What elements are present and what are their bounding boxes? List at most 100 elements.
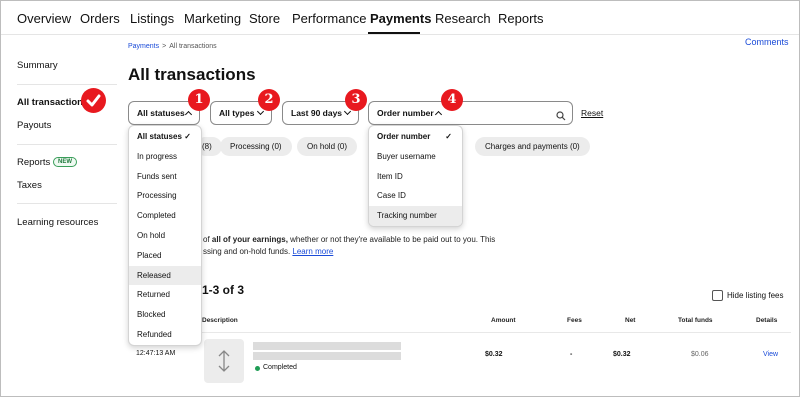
redacted-subtitle (253, 352, 401, 360)
learn-more-link[interactable]: Learn more (292, 247, 333, 256)
marker-2: 2 (258, 89, 280, 111)
status-option-completed[interactable]: Completed (129, 206, 201, 226)
info-bold: all of your earnings, (211, 235, 288, 244)
breadcrumb-payments-link[interactable]: Payments (128, 43, 159, 50)
search-by-option-order-number[interactable]: Order number ✓ (369, 127, 462, 147)
reset-link[interactable]: Reset (581, 108, 603, 118)
sidebar-item-learning-resources[interactable]: Learning resources (17, 217, 98, 228)
search-by-option-buyer-username[interactable]: Buyer username (369, 147, 462, 167)
status-option-label: Placed (137, 250, 162, 260)
status-option-processing[interactable]: Processing (129, 186, 201, 206)
status-option-blocked[interactable]: Blocked (129, 305, 201, 325)
search-by-option-tracking-number[interactable]: Tracking number (369, 206, 462, 226)
sidebar-item-reports[interactable]: Reports (17, 157, 50, 168)
status-dropdown-menu: All statuses ✓ In progress Funds sent Proces… (128, 125, 202, 346)
search-by-option-label: Item ID (377, 171, 403, 181)
status-option-in-progress[interactable]: In progress (129, 147, 201, 167)
col-header-details: Details (756, 317, 778, 324)
nav-listings[interactable]: Listings (130, 11, 174, 26)
nav-store[interactable]: Store (249, 11, 280, 26)
search-by-dropdown-menu: Order number ✓ Buyer username Item ID Case I… (368, 125, 463, 227)
info-prefix: of (203, 235, 212, 244)
sort-arrows-icon (218, 350, 230, 372)
marker-1: 1 (188, 89, 210, 111)
status-option-placed[interactable]: Placed (129, 246, 201, 266)
col-header-fees: Fees (567, 317, 582, 324)
col-header-net: Net (625, 317, 636, 324)
view-link[interactable]: View (763, 351, 778, 358)
check-circle-icon (81, 88, 106, 113)
sidebar-item-summary[interactable]: Summary (17, 60, 58, 71)
marker-4: 4 (441, 89, 463, 111)
breadcrumb-separator: > (162, 43, 167, 50)
nav-performance[interactable]: Performance (292, 11, 366, 26)
status-option-label: In progress (137, 151, 178, 161)
status-option-on-hold[interactable]: On hold (129, 226, 201, 246)
col-header-amount: Amount (491, 317, 516, 324)
hide-fees-label[interactable]: Hide listing fees (727, 291, 783, 300)
status-option-label: Refunded (137, 330, 172, 339)
marker-3: 3 (345, 89, 367, 111)
nav-overview[interactable]: Overview (17, 11, 71, 26)
nav-reports[interactable]: Reports (498, 11, 544, 26)
new-badge: NEW (53, 157, 77, 167)
top-nav: Overview Orders Listings Marketing Store… (1, 1, 799, 35)
page-title: All transactions (128, 65, 256, 84)
sidebar-item-taxes[interactable]: Taxes (17, 180, 42, 191)
status-option-label: Processing (137, 191, 177, 201)
status-option-label: Completed (137, 211, 176, 221)
period-filter-label: Last 90 days (291, 108, 343, 118)
item-thumbnail (204, 339, 244, 383)
status-option-funds-sent[interactable]: Funds sent (129, 167, 201, 187)
row-amount: $0.32 (485, 351, 503, 358)
col-header-total-funds: Total funds (678, 317, 713, 324)
status-option-all-statuses[interactable]: All statuses ✓ (129, 127, 201, 147)
search-by-option-item-id[interactable]: Item ID (369, 167, 462, 187)
search-by-option-label: Buyer username (377, 151, 436, 161)
status-option-label: Returned (137, 290, 170, 300)
row-time: 12:47:13 AM (136, 350, 176, 357)
nav-orders[interactable]: Orders (80, 11, 120, 26)
info-rest: whether or not they're available to be p… (287, 235, 496, 244)
nav-marketing[interactable]: Marketing (184, 11, 241, 26)
status-option-released[interactable]: Released (129, 265, 201, 286)
nav-payments[interactable]: Payments (370, 11, 431, 26)
status-chip-charges[interactable]: Charges and payments (0) (475, 137, 590, 156)
status-option-label: On hold (137, 231, 166, 240)
info-text: of all of your earnings, whether or not … (203, 234, 533, 258)
nav-research[interactable]: Research (435, 11, 491, 26)
status-chip-on-hold[interactable]: On hold (0) (297, 137, 358, 156)
hide-fees-checkbox[interactable] (712, 290, 723, 301)
search-icon[interactable] (556, 108, 566, 126)
breadcrumb-current: All transactions (169, 43, 217, 50)
row-total-funds: $0.06 (691, 351, 709, 358)
status-option-label: All statuses (137, 132, 182, 141)
checkmark-icon: ✓ (184, 132, 191, 141)
row-fees: - (570, 351, 573, 358)
checkmark-icon: ✓ (445, 132, 452, 141)
status-chip-processing[interactable]: Processing (0) (220, 137, 292, 156)
status-filter-label: All statuses (137, 108, 185, 118)
search-by-option-case-id[interactable]: Case ID (369, 186, 462, 206)
status-option-returned[interactable]: Returned (129, 285, 201, 305)
comments-link[interactable]: Comments (745, 37, 789, 47)
sidebar-divider (17, 84, 117, 85)
type-filter-label: All types (219, 108, 255, 118)
search-input[interactable] (449, 101, 573, 125)
search-by-dropdown[interactable]: Order number (368, 101, 450, 125)
info-line2: ssing and on-hold funds. (203, 247, 293, 256)
row-net: $0.32 (613, 351, 631, 358)
active-tab-underline (368, 32, 420, 34)
col-header-description: Description (202, 317, 238, 324)
status-option-label: Blocked (137, 310, 166, 320)
status-option-refunded[interactable]: Refunded (129, 325, 201, 345)
page-frame: Overview Orders Listings Marketing Store… (0, 0, 800, 397)
status-option-label: Released (137, 270, 171, 280)
sidebar-item-payouts[interactable]: Payouts (17, 120, 51, 131)
breadcrumb: Payments > All transactions (128, 43, 217, 50)
chevron-up-icon (434, 110, 443, 119)
search-by-option-label: Case ID (377, 191, 406, 201)
sidebar-item-all-transactions[interactable]: All transactions (17, 97, 88, 108)
table-header-divider (201, 332, 791, 333)
search-by-label: Order number (377, 108, 434, 118)
